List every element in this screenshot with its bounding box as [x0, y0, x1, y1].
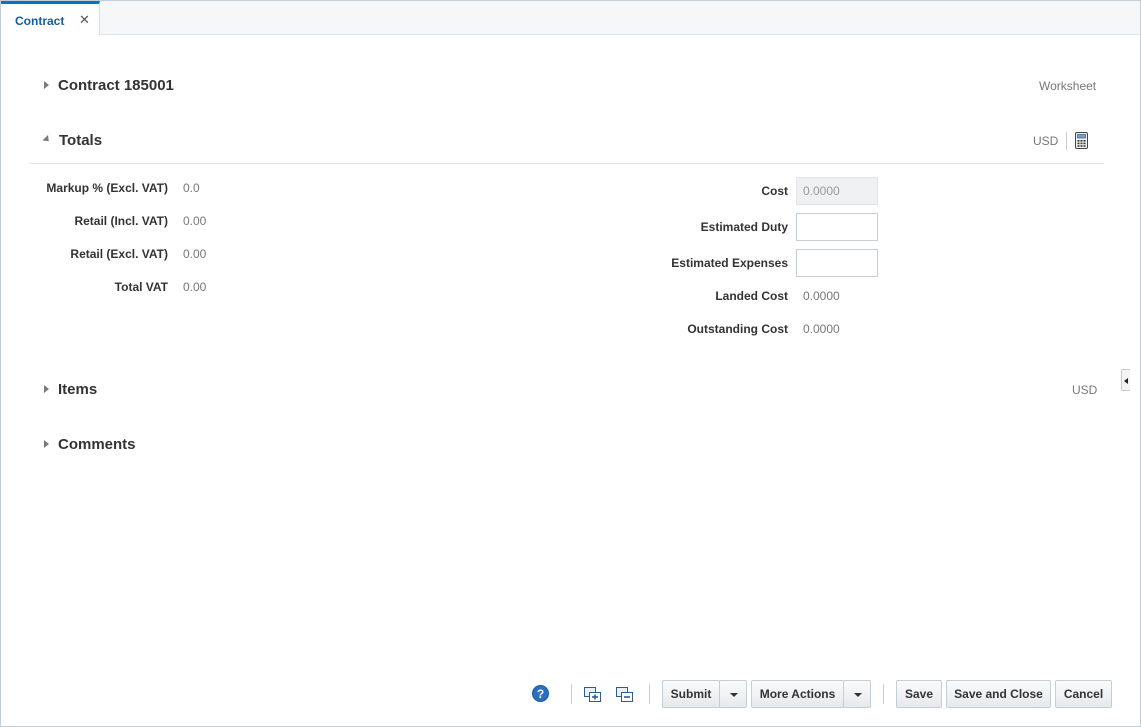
toolbar-separator	[571, 684, 572, 704]
items-currency: USD	[1072, 383, 1098, 397]
totals-currency: USD	[1033, 134, 1059, 148]
save-and-close-button[interactable]: Save and Close	[946, 680, 1051, 708]
estimated-duty-label: Estimated Duty	[700, 220, 788, 234]
landed-cost-label: Landed Cost	[715, 289, 788, 303]
total-vat-label: Total VAT	[114, 280, 168, 294]
expand-icon[interactable]	[44, 385, 49, 393]
collapse-all-icon[interactable]	[616, 687, 634, 703]
markup-label: Markup % (Excl. VAT)	[46, 181, 168, 195]
expand-icon[interactable]	[44, 81, 49, 89]
contract-section-header[interactable]: Contract 185001	[41, 76, 1111, 96]
outstanding-cost-value: 0.0000	[803, 322, 840, 336]
items-section-header[interactable]: Items	[41, 380, 741, 400]
landed-cost-value: 0.0000	[803, 289, 840, 303]
chevron-down-icon	[854, 693, 862, 697]
more-actions-button[interactable]: More Actions	[751, 680, 844, 708]
total-vat-value: 0.00	[183, 280, 207, 294]
comments-section-header[interactable]: Comments	[41, 435, 741, 455]
help-icon[interactable]: ?	[532, 685, 549, 702]
tab-contract[interactable]: Contract ✕	[1, 1, 100, 35]
retail-incl-vat-label: Retail (Incl. VAT)	[74, 214, 168, 228]
estimated-duty-field[interactable]	[796, 213, 878, 241]
estimated-expenses-label: Estimated Expenses	[671, 256, 788, 270]
side-panel-toggle[interactable]	[1121, 369, 1130, 391]
toolbar-separator	[883, 684, 884, 704]
toolbar-separator	[649, 684, 650, 704]
retail-incl-vat-value: 0.00	[183, 214, 207, 228]
chevron-left-icon	[1124, 378, 1128, 384]
collapse-icon[interactable]	[42, 134, 52, 145]
expand-icon[interactable]	[44, 440, 49, 448]
totals-section-header[interactable]: Totals	[41, 131, 741, 151]
chevron-down-icon	[730, 693, 738, 697]
estimated-expenses-field[interactable]	[796, 249, 878, 277]
tab-label: Contract	[15, 14, 65, 28]
items-title: Items	[58, 381, 98, 398]
more-actions-dropdown-button[interactable]	[843, 680, 871, 708]
calculator-icon[interactable]	[1075, 132, 1088, 149]
comments-title: Comments	[58, 436, 136, 453]
contract-window: Contract ✕ Contract 185001 Worksheet Tot…	[0, 0, 1141, 727]
status-label: Worksheet	[1039, 79, 1097, 93]
retail-excl-vat-label: Retail (Excl. VAT)	[70, 247, 168, 261]
submit-button[interactable]: Submit	[662, 680, 720, 708]
totals-divider	[30, 163, 1104, 164]
toolbar-separator	[1066, 132, 1067, 150]
save-button[interactable]: Save	[896, 680, 942, 708]
markup-value: 0.0	[183, 181, 200, 195]
totals-title: Totals	[59, 132, 103, 149]
retail-excl-vat-value: 0.00	[183, 247, 207, 261]
cost-label: Cost	[761, 184, 788, 198]
submit-dropdown-button[interactable]	[719, 680, 747, 708]
cost-field	[796, 177, 878, 205]
close-tab-icon[interactable]: ✕	[79, 12, 90, 28]
expand-all-icon[interactable]	[584, 687, 602, 703]
tab-bar: Contract ✕	[1, 1, 1140, 35]
contract-title: Contract 185001	[58, 77, 174, 94]
cancel-button[interactable]: Cancel	[1055, 680, 1112, 708]
outstanding-cost-label: Outstanding Cost	[687, 322, 788, 336]
